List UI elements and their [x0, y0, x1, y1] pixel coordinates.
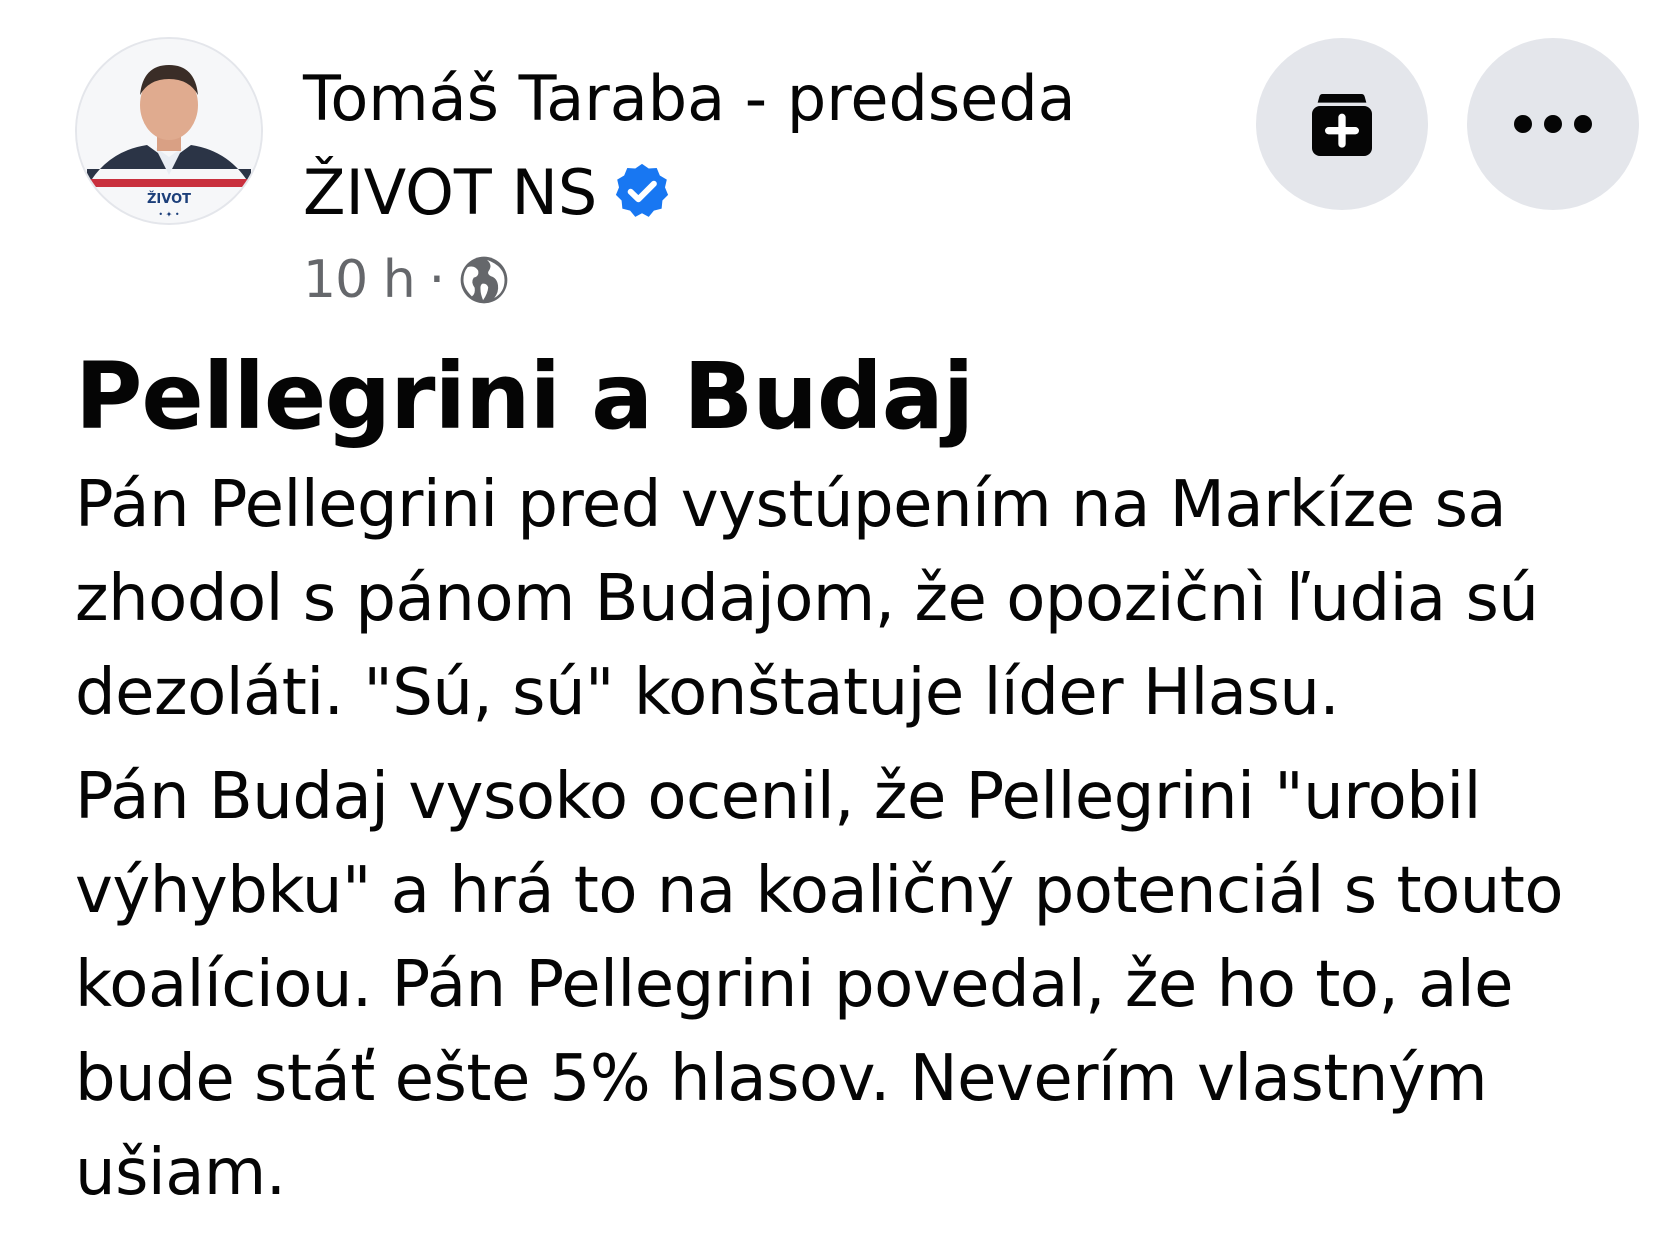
post-timestamp[interactable]: 10 h: [303, 248, 416, 312]
author-name[interactable]: Tomáš Taraba - predseda ŽIVOT NS: [303, 52, 1163, 240]
author-name-line1[interactable]: Tomáš Taraba - predseda: [303, 52, 1163, 146]
archive-add-icon: [1312, 94, 1372, 156]
post-paragraph-1: Pán Pellegrini pred vystúpením na Markíz…: [75, 468, 1539, 730]
avatar[interactable]: ŽIVOT • ✦ •: [75, 37, 263, 225]
more-dots-icon: [1514, 115, 1592, 133]
more-options-button[interactable]: [1467, 38, 1639, 210]
post-title: Pellegrini a Budaj: [75, 343, 974, 450]
post-meta: 10 h ·: [303, 248, 512, 312]
author-name-line2: ŽIVOT NS: [303, 146, 1163, 240]
meta-separator: ·: [428, 250, 446, 310]
author-page-name[interactable]: ŽIVOT NS: [303, 156, 597, 229]
verified-badge-icon: [616, 163, 669, 217]
facebook-post: ŽIVOT • ✦ • Tomáš Taraba - predseda ŽIVO…: [0, 0, 1680, 1260]
post-paragraph-2: Pán Budaj vysoko ocenil, že Pellegrini "…: [75, 760, 1564, 1210]
svg-text:• ✦ •: • ✦ •: [158, 210, 179, 219]
profile-photo: ŽIVOT • ✦ •: [77, 39, 261, 223]
svg-text:ŽIVOT: ŽIVOT: [147, 191, 191, 207]
globe-icon[interactable]: [456, 252, 512, 308]
archive-button[interactable]: [1256, 38, 1428, 210]
